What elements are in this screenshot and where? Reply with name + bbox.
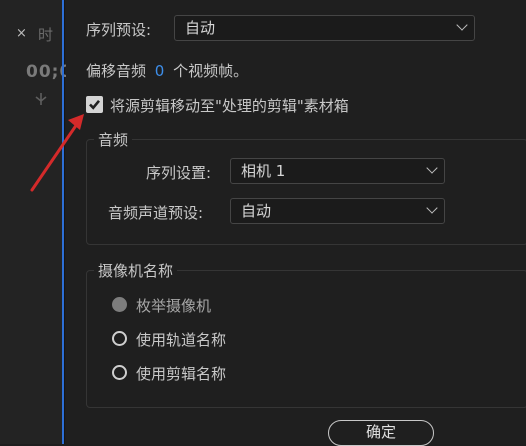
annotation-arrow-icon [30, 114, 84, 192]
